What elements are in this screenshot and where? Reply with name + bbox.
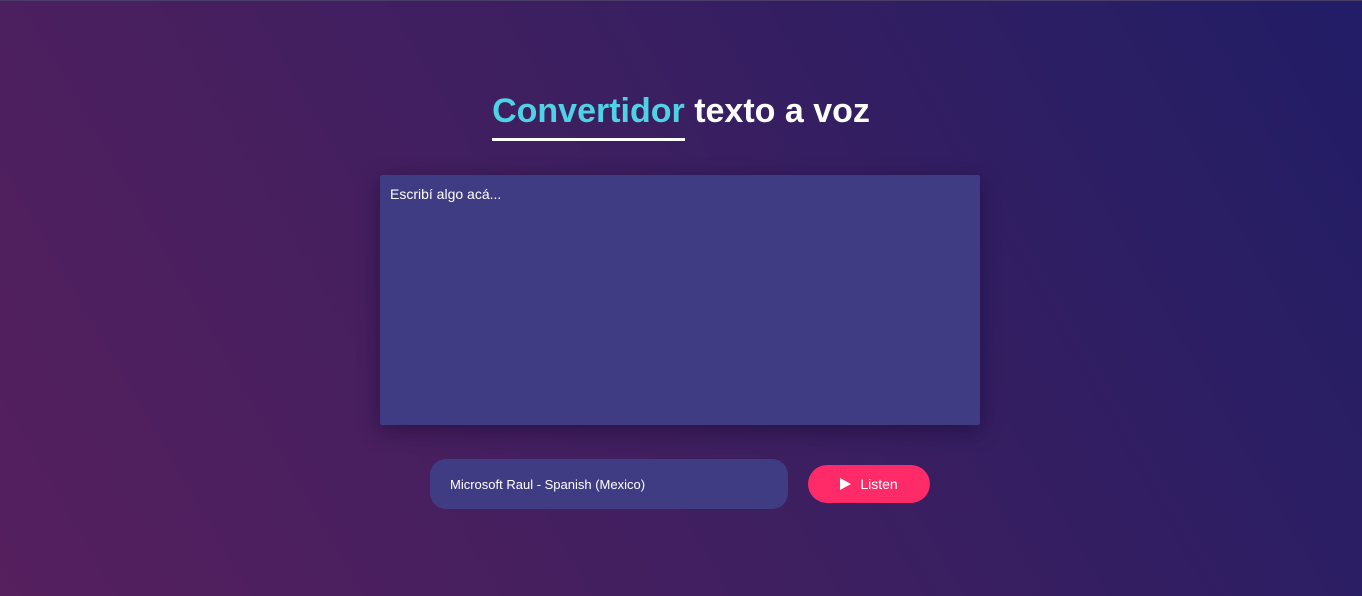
top-border	[0, 0, 1362, 1]
listen-button[interactable]: Listen	[808, 465, 930, 503]
page-title: Convertidor texto a voz	[0, 92, 1362, 141]
title-accent: Convertidor	[492, 92, 685, 141]
play-icon	[840, 478, 852, 490]
listen-button-label: Listen	[860, 476, 898, 492]
voice-select-value: Microsoft Raul - Spanish (Mexico)	[450, 476, 646, 492]
text-input[interactable]	[380, 175, 980, 425]
title-rest: texto a voz	[694, 92, 870, 130]
voice-select[interactable]: Microsoft Raul - Spanish (Mexico)	[430, 459, 788, 509]
